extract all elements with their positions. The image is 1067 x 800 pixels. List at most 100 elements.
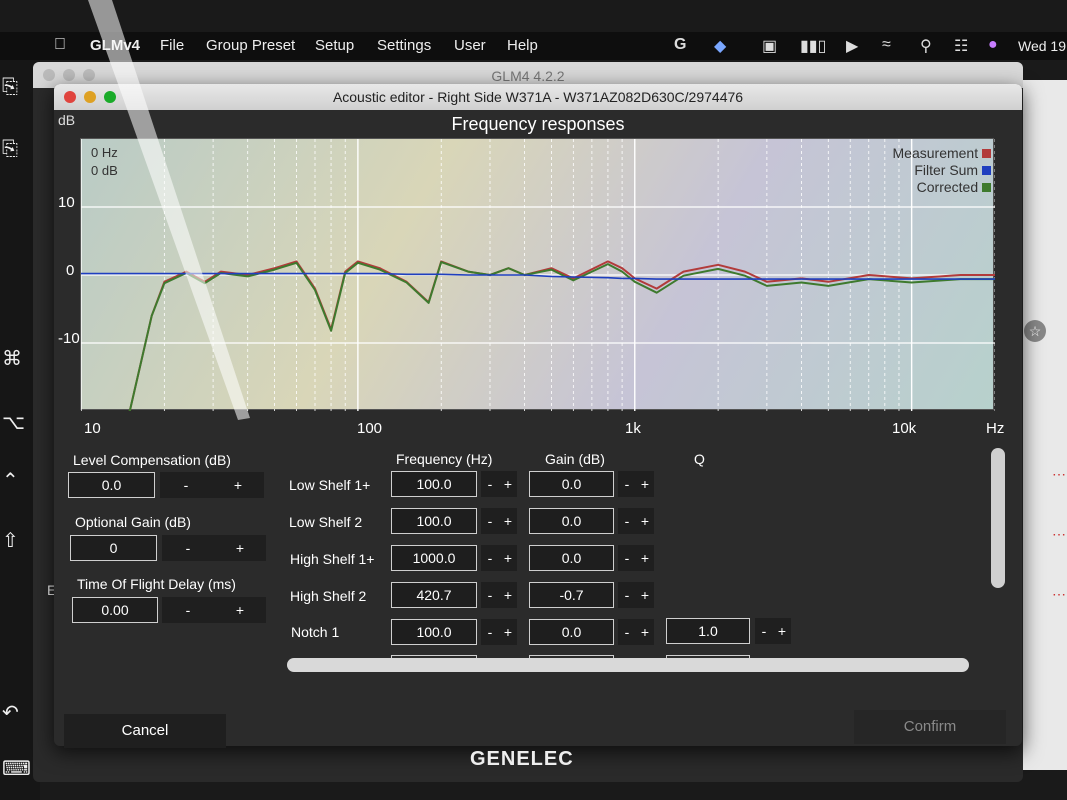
shift-icon[interactable]: ⇧ bbox=[2, 528, 19, 553]
filter-frequency-field[interactable]: 1000.0 bbox=[391, 545, 477, 571]
x-tick-label: 10 bbox=[84, 420, 101, 437]
decrement-button[interactable]: - bbox=[618, 476, 636, 492]
decrement-button[interactable]: - bbox=[481, 476, 499, 492]
cancel-button[interactable]: Cancel bbox=[64, 714, 226, 748]
horizontal-scrollbar[interactable] bbox=[287, 658, 969, 672]
frequency-header: Frequency (Hz) bbox=[396, 451, 493, 467]
decrement-button[interactable]: - bbox=[755, 623, 773, 639]
decrement-button[interactable]: - bbox=[481, 587, 499, 603]
gain-header: Gain (dB) bbox=[545, 451, 605, 467]
filter-frequency-field[interactable]: 100.0 bbox=[391, 619, 477, 645]
filter-gain-field[interactable]: 0.0 bbox=[529, 545, 614, 571]
gain-stepper: - + bbox=[618, 619, 654, 645]
filter-frequency-field[interactable]: 420.7 bbox=[391, 582, 477, 608]
more-icon[interactable]: ⋯ bbox=[1052, 466, 1066, 483]
sidebar-icon-2[interactable]: ⎘ bbox=[2, 138, 18, 161]
decrement-button[interactable]: - bbox=[481, 550, 499, 566]
search-icon[interactable]: ⚲ bbox=[920, 36, 932, 56]
menu-help[interactable]: Help bbox=[507, 37, 538, 54]
increment-button[interactable]: + bbox=[773, 623, 791, 639]
play-icon[interactable]: ▶ bbox=[846, 36, 858, 56]
command-icon[interactable]: ⌘ bbox=[2, 346, 22, 371]
filter-name: Low Shelf 1+ bbox=[289, 477, 371, 493]
increment-button[interactable]: + bbox=[636, 476, 654, 492]
vertical-scrollbar[interactable] bbox=[991, 448, 1005, 588]
y-tick-label: -10 bbox=[58, 330, 80, 347]
decrement-button[interactable]: - bbox=[178, 602, 198, 618]
menu-user[interactable]: User bbox=[454, 37, 486, 54]
frequency-stepper: - + bbox=[481, 471, 517, 497]
menu-file[interactable]: File bbox=[160, 37, 184, 54]
frequency-stepper: - + bbox=[481, 545, 517, 571]
increment-button[interactable]: + bbox=[636, 513, 654, 529]
filter-gain-field[interactable]: -0.7 bbox=[529, 582, 614, 608]
increment-button[interactable]: + bbox=[230, 602, 250, 618]
screens-icon[interactable]: ▣ bbox=[762, 36, 777, 56]
apple-icon[interactable]:  bbox=[54, 36, 66, 54]
increment-button[interactable]: + bbox=[636, 587, 654, 603]
optional-gain-field[interactable]: 0 bbox=[70, 535, 157, 561]
level-compensation-stepper: - + bbox=[160, 472, 264, 498]
menu-group-preset[interactable]: Group Preset bbox=[206, 37, 295, 54]
sidebar-icon-1[interactable]: ⎘ bbox=[2, 76, 18, 99]
time-of-flight-field[interactable]: 0.00 bbox=[72, 597, 158, 623]
increment-button[interactable]: + bbox=[499, 550, 517, 566]
battery-icon: ▮▮▯ bbox=[800, 38, 827, 55]
menubar-clock[interactable]: Wed 19 bbox=[1018, 38, 1066, 54]
keyboard-icon[interactable]: ⌨ bbox=[2, 756, 31, 781]
decrement-button[interactable]: - bbox=[481, 624, 499, 640]
confirm-button[interactable]: Confirm bbox=[854, 710, 1006, 744]
menu-app-name[interactable]: GLMv4 bbox=[90, 37, 140, 54]
filter-gain-field[interactable]: 0.0 bbox=[529, 508, 614, 534]
filter-q-field[interactable]: 1.0 bbox=[666, 618, 750, 644]
background-app-panel: ☆ ⋯ ⋯ ⋯ bbox=[1020, 80, 1067, 770]
more-icon[interactable]: ⋯ bbox=[1052, 526, 1066, 543]
filter-name: High Shelf 1+ bbox=[290, 551, 375, 567]
increment-button[interactable]: + bbox=[499, 513, 517, 529]
level-compensation-field[interactable]: 0.0 bbox=[68, 472, 155, 498]
gain-stepper: - + bbox=[618, 545, 654, 571]
legend-item-filter-sum: Filter Sum bbox=[893, 162, 991, 179]
q-stepper: - + bbox=[755, 618, 791, 644]
decrement-button[interactable]: - bbox=[481, 513, 499, 529]
siri-icon[interactable]: ● bbox=[988, 36, 998, 54]
decrement-button[interactable]: - bbox=[618, 550, 636, 566]
x-unit-label: Hz bbox=[986, 420, 1005, 437]
y-tick-label: 0 bbox=[66, 262, 75, 279]
increment-button[interactable]: + bbox=[636, 550, 654, 566]
option-icon[interactable]: ⌥ bbox=[2, 410, 25, 435]
filter-frequency-field[interactable]: 100.0 bbox=[391, 471, 477, 497]
increment-button[interactable]: + bbox=[499, 587, 517, 603]
star-icon[interactable]: ☆ bbox=[1024, 320, 1046, 342]
chart-legend: Measurement Filter Sum Corrected bbox=[893, 145, 991, 196]
increment-button[interactable]: + bbox=[228, 477, 248, 493]
filter-gain-field[interactable]: 0.0 bbox=[529, 619, 614, 645]
decrement-button[interactable]: - bbox=[178, 540, 198, 556]
decrement-button[interactable]: - bbox=[176, 477, 196, 493]
undo-icon[interactable]: ↶ bbox=[2, 700, 19, 725]
menu-settings[interactable]: Settings bbox=[377, 37, 431, 54]
increment-button[interactable]: + bbox=[499, 476, 517, 492]
frequency-stepper: - + bbox=[481, 619, 517, 645]
decrement-button[interactable]: - bbox=[618, 587, 636, 603]
filter-name: High Shelf 2 bbox=[290, 588, 367, 604]
uad-icon[interactable]: ◆ bbox=[714, 36, 726, 56]
gain-stepper: - + bbox=[618, 471, 654, 497]
wifi-icon[interactable]: ≈ bbox=[882, 36, 891, 54]
menu-setup[interactable]: Setup bbox=[315, 37, 354, 54]
filter-gain-field[interactable]: 0.0 bbox=[529, 471, 614, 497]
control-icon[interactable]: ⌃ bbox=[2, 468, 19, 493]
grammarly-icon[interactable]: G bbox=[674, 36, 686, 54]
more-icon[interactable]: ⋯ bbox=[1052, 586, 1066, 603]
menubar:  GLMv4 File Group Preset Setup Settings… bbox=[0, 32, 1067, 60]
x-tick-label: 100 bbox=[357, 420, 383, 437]
decrement-button[interactable]: - bbox=[618, 624, 636, 640]
frequency-response-plot[interactable]: 0 Hz 0 dB Measurement Filter Sum Correct… bbox=[80, 138, 995, 411]
filter-frequency-field[interactable]: 100.0 bbox=[391, 508, 477, 534]
increment-button[interactable]: + bbox=[636, 624, 654, 640]
increment-button[interactable]: + bbox=[499, 624, 517, 640]
increment-button[interactable]: + bbox=[230, 540, 250, 556]
series-line-corrected bbox=[128, 261, 995, 411]
decrement-button[interactable]: - bbox=[618, 513, 636, 529]
control-center-icon[interactable]: ☷ bbox=[954, 36, 968, 56]
